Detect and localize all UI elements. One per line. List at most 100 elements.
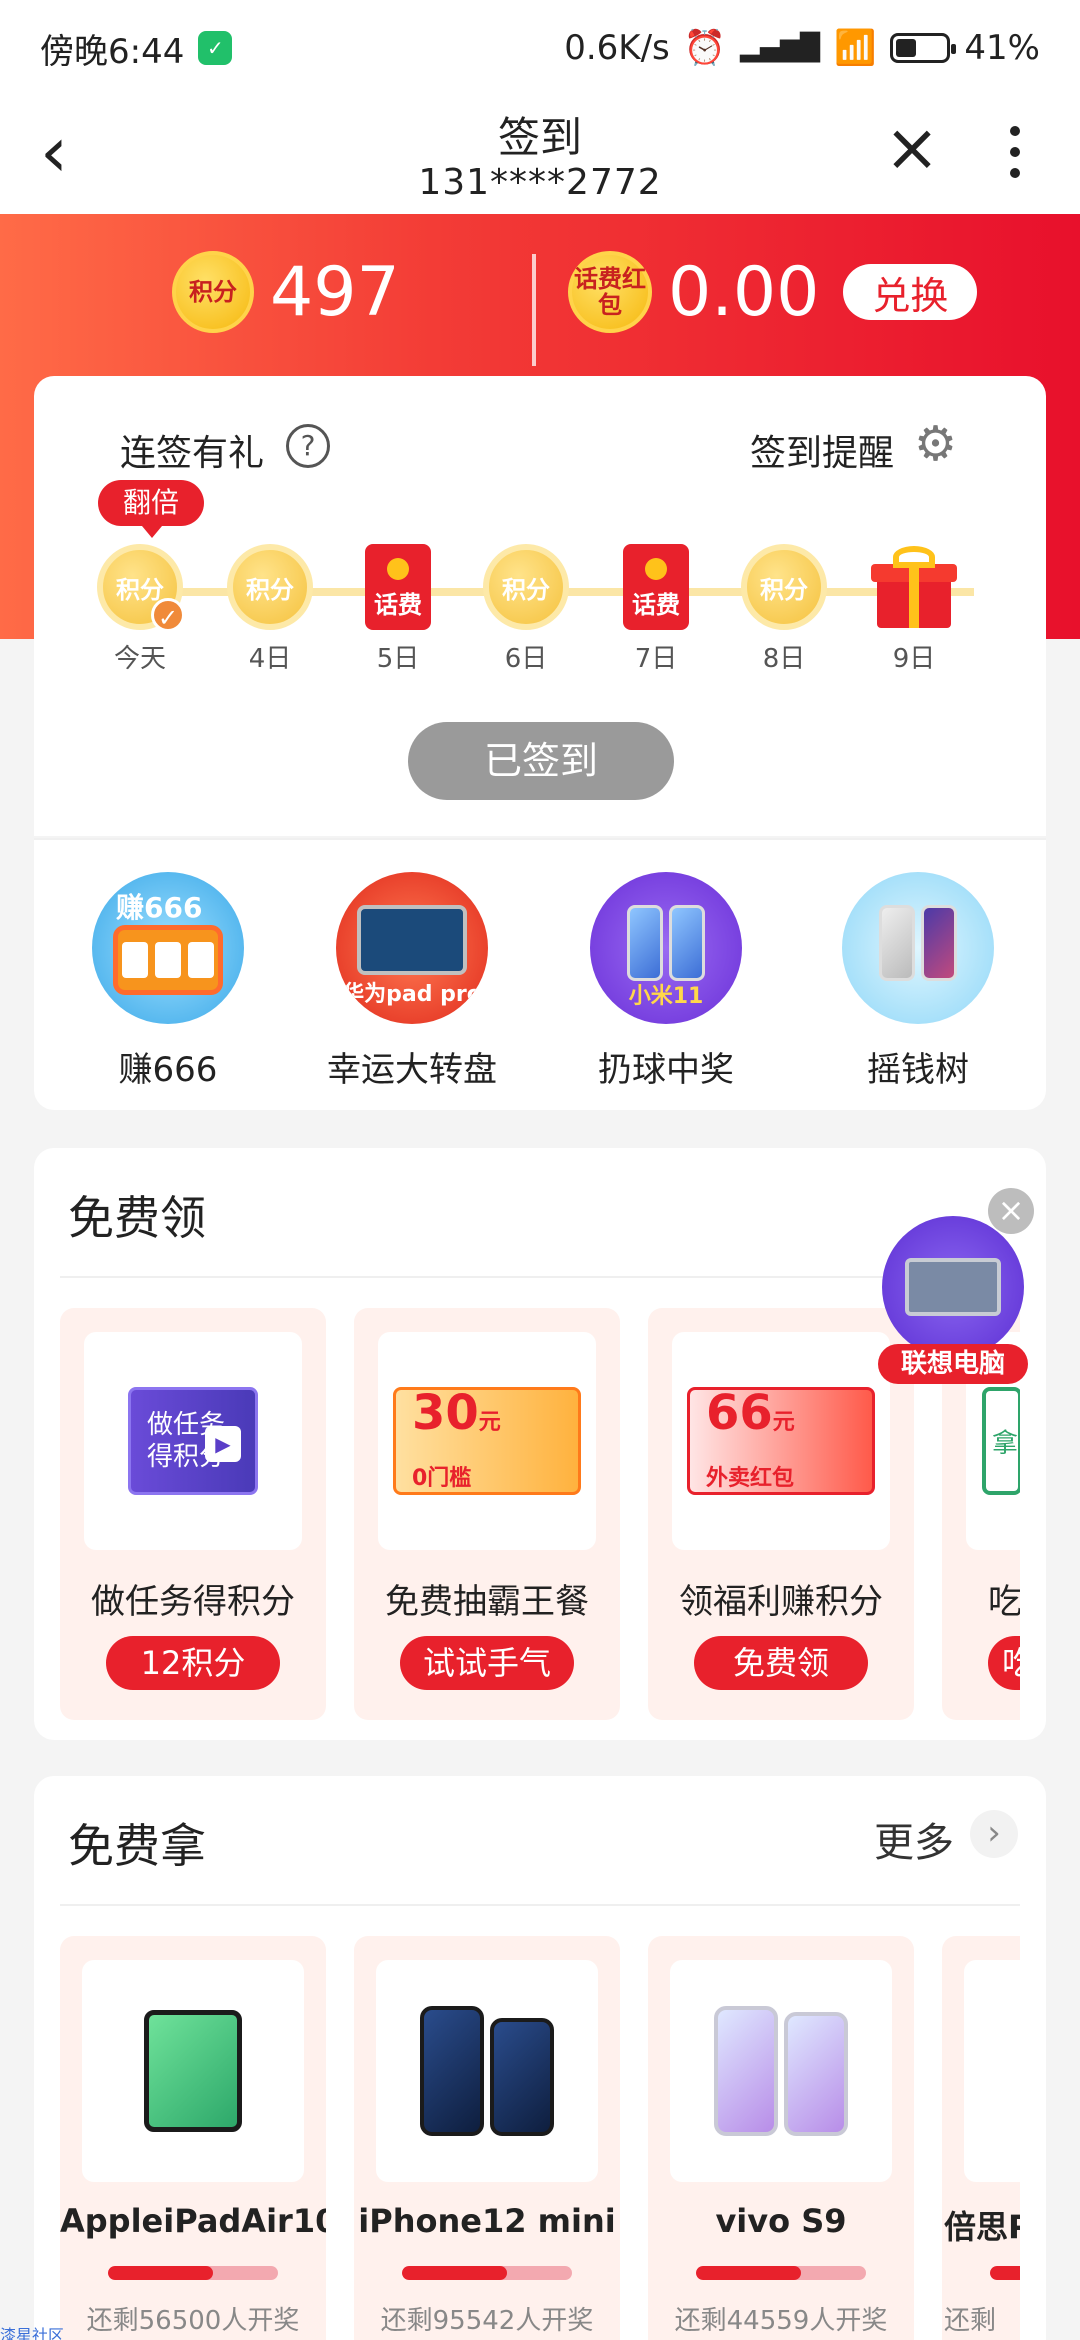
double-tag: 翻倍 bbox=[98, 480, 204, 538]
game-label: 幸运大转盘 bbox=[327, 1050, 497, 1090]
shield-icon: ✓ bbox=[198, 31, 233, 65]
product-card[interactable]: iPhone12 mini 还剩95542人开奖 bbox=[354, 1936, 620, 2340]
checkin-day: 话费 7日 bbox=[596, 544, 716, 675]
day-label: 8日 bbox=[762, 644, 806, 674]
floating-promo[interactable]: 联想电脑 bbox=[878, 1216, 1028, 1384]
section-divider bbox=[60, 1904, 1020, 1906]
red-envelope-icon: 话费 bbox=[365, 544, 431, 630]
status-time: 傍晚6:44 bbox=[40, 31, 185, 72]
task-image: 66元 外卖红包 bbox=[672, 1332, 890, 1550]
task-card[interactable]: 66元 外卖红包 领福利赚积分 免费领 bbox=[648, 1308, 914, 1720]
battery-icon bbox=[890, 33, 957, 63]
points-coin-icon: 积分 bbox=[172, 251, 254, 333]
task-image: 做任务得积分 bbox=[84, 1332, 302, 1550]
game-throw-ball[interactable]: 小米11 扔球中奖 bbox=[556, 872, 776, 1091]
task-button[interactable]: 吃 bbox=[988, 1636, 1020, 1690]
header-divider bbox=[532, 254, 536, 366]
checkin-remind-label[interactable]: 签到提醒 bbox=[750, 424, 894, 476]
laptop-icon bbox=[882, 1216, 1024, 1358]
product-name: AppleiPadAir10.... bbox=[60, 2202, 326, 2240]
checkin-card: 连签有礼 ? 签到提醒 ⚙ 翻倍 积分 ✓ 今天 积分 4日 话费 5日 积分 6… bbox=[34, 376, 1046, 836]
close-icon[interactable]: × bbox=[880, 115, 944, 182]
chevron-right-icon[interactable]: › bbox=[970, 1810, 1018, 1858]
coupon-icon: 66元 外卖红包 bbox=[687, 1385, 875, 1495]
points-coin-icon: 积分 bbox=[483, 544, 569, 630]
coupon-icon: 30元 0门槛 bbox=[393, 1385, 581, 1495]
section-title: 免费领 bbox=[68, 1191, 206, 1245]
checkin-day: 9日 bbox=[854, 544, 974, 675]
product-remaining: 还剩56500人开奖 bbox=[86, 2306, 300, 2336]
signed-button[interactable]: 已签到 bbox=[408, 722, 674, 800]
product-progress-bar bbox=[696, 2266, 866, 2280]
game-earn666[interactable]: 赚666 赚666 bbox=[58, 872, 278, 1091]
vivo-phone-icon bbox=[714, 2006, 848, 2136]
product-progress-bar bbox=[108, 2266, 278, 2280]
task-title: 吃 bbox=[988, 1582, 1020, 1622]
check-icon: ✓ bbox=[151, 598, 185, 632]
product-card[interactable]: 倍思P 还剩 bbox=[942, 1936, 1020, 2340]
task-button[interactable]: 免费领 bbox=[694, 1636, 868, 1690]
points-coin-icon: 积分 ✓ bbox=[97, 544, 185, 632]
day-label: 6日 bbox=[504, 644, 548, 674]
checkin-day: 积分 6日 bbox=[466, 544, 586, 675]
product-card[interactable]: AppleiPadAir10.... 还剩56500人开奖 bbox=[60, 1936, 326, 2340]
product-image bbox=[376, 1960, 598, 2182]
product-name: 倍思P bbox=[944, 2208, 1020, 2246]
day-label: 4日 bbox=[248, 644, 292, 674]
checkin-title: 连签有礼 bbox=[120, 433, 265, 474]
wifi-icon: 📶 bbox=[834, 28, 877, 68]
red-envelope-icon: 话费 bbox=[623, 544, 689, 630]
day-label: 7日 bbox=[634, 644, 678, 674]
game-label: 扔球中奖 bbox=[598, 1050, 734, 1090]
checkin-day: 话费 5日 bbox=[338, 544, 458, 675]
checkin-day: 积分 4日 bbox=[210, 544, 330, 675]
alarm-icon: ⏰ bbox=[683, 28, 727, 68]
day-label: 今天 bbox=[113, 644, 166, 674]
gift-icon bbox=[871, 544, 957, 630]
product-remaining: 还剩 bbox=[944, 2306, 997, 2336]
task-ticket-icon: 做任务得积分 bbox=[128, 1387, 258, 1495]
section-title: 免费拿 bbox=[68, 1819, 206, 1873]
games-row: 赚666 赚666 华为pad pro 幸运大转盘 小米11 扔球中奖 摇钱树 bbox=[34, 838, 1046, 1110]
game-money-tree[interactable]: 摇钱树 bbox=[808, 872, 1028, 1091]
more-link[interactable]: 更多 bbox=[874, 1810, 954, 1868]
product-name: vivo S9 bbox=[715, 2202, 847, 2240]
day-label: 5日 bbox=[376, 644, 420, 674]
points-value: 497 bbox=[270, 252, 400, 332]
signal-icon: ▂▄▆█ bbox=[740, 33, 821, 63]
task-card[interactable]: 30元 0门槛 免费抽霸王餐 试试手气 bbox=[354, 1308, 620, 1720]
product-remaining: 还剩44559人开奖 bbox=[674, 2306, 888, 2336]
task-image: 30元 0门槛 bbox=[378, 1332, 596, 1550]
product-image bbox=[670, 1960, 892, 2182]
promo-close-icon[interactable]: × bbox=[988, 1188, 1034, 1234]
question-icon[interactable]: ? bbox=[286, 424, 330, 468]
watermark: 漆星社区 bbox=[0, 2326, 65, 2340]
game-lucky-wheel[interactable]: 华为pad pro 幸运大转盘 bbox=[302, 872, 522, 1091]
phone-credit-value: 0.00 bbox=[668, 252, 820, 332]
game-label: 摇钱树 bbox=[867, 1050, 969, 1090]
points-coin-icon: 积分 bbox=[741, 544, 827, 630]
iphone-icon bbox=[420, 2006, 554, 2136]
task-button[interactable]: 12积分 bbox=[106, 1636, 280, 1690]
tablet-prize-icon: 华为pad pro bbox=[336, 872, 488, 1024]
product-image bbox=[964, 1960, 1020, 2182]
points-block[interactable]: 积分 497 bbox=[172, 251, 400, 333]
more-vertical-icon[interactable] bbox=[1000, 120, 1030, 184]
section-divider bbox=[60, 1276, 1020, 1278]
task-title: 免费抽霸王餐 bbox=[385, 1582, 589, 1622]
checkin-day: 积分 ✓ 今天 bbox=[80, 544, 200, 675]
task-title: 做任务得积分 bbox=[91, 1582, 295, 1622]
phone-prize-icon: 小米11 bbox=[590, 872, 742, 1024]
money-tree-icon bbox=[842, 872, 994, 1024]
ipad-icon bbox=[144, 2010, 242, 2132]
exchange-button[interactable]: 兑换 bbox=[843, 264, 978, 320]
task-button[interactable]: 试试手气 bbox=[400, 1636, 574, 1690]
task-card[interactable]: 做任务得积分 做任务得积分 12积分 bbox=[60, 1308, 326, 1720]
points-coin-icon: 积分 bbox=[227, 544, 313, 630]
gear-icon[interactable]: ⚙ bbox=[914, 420, 962, 468]
product-progress-bar bbox=[990, 2266, 1020, 2280]
product-card[interactable]: vivo S9 还剩44559人开奖 bbox=[648, 1936, 914, 2340]
phone-credit-block[interactable]: 话费红包 0.00 兑换 bbox=[568, 251, 978, 333]
battery-percent: 41% bbox=[964, 28, 1040, 68]
checkin-day: 积分 8日 bbox=[724, 544, 844, 675]
